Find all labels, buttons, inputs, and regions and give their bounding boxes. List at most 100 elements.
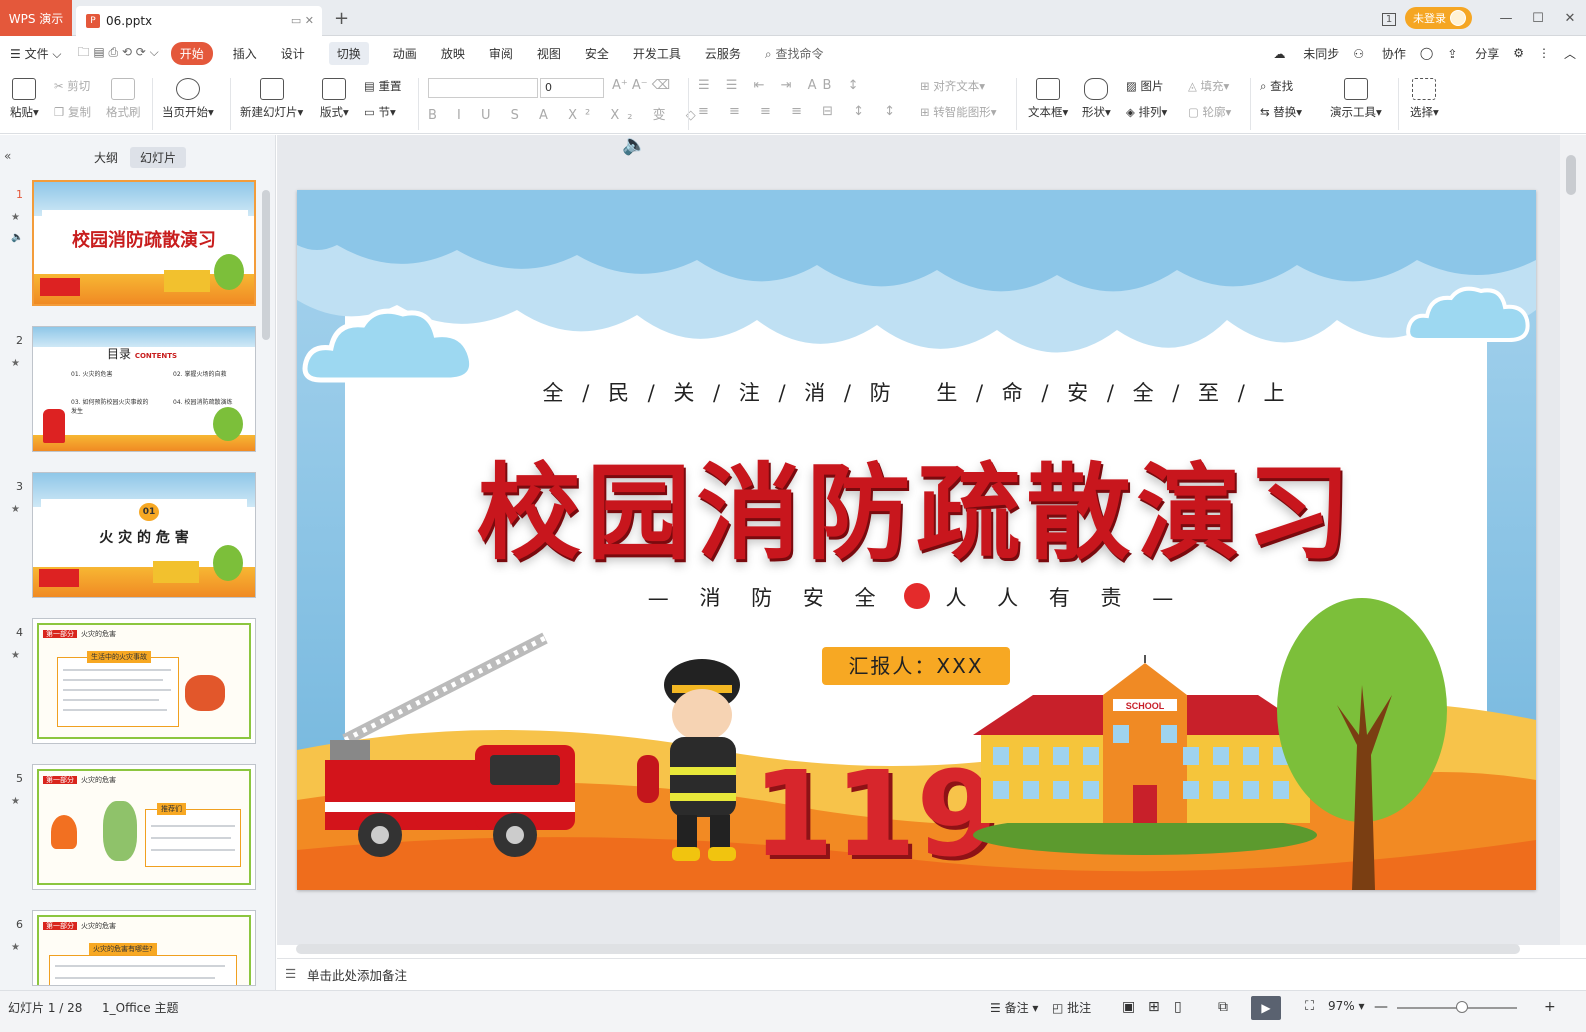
thumbnail-scrollbar[interactable]: [262, 190, 270, 340]
quick-access-icons[interactable]: 🗀 ▤ ⎙ ⟲ ⟳ ⌵: [78, 43, 159, 64]
outline-button[interactable]: ▢ 轮廓▾: [1188, 104, 1231, 120]
paragraph-align-icons[interactable]: ≡ ≡ ≡ ≡ ⊟ ↕ ↕: [698, 104, 903, 119]
list-indent-icons[interactable]: ☰ ☰ ⇤ ⇥ AB ↕: [698, 78, 864, 93]
collaborate-button[interactable]: ⚇ 协作: [1353, 45, 1406, 62]
app-tab[interactable]: WPS 演示: [0, 0, 72, 36]
reset-button[interactable]: ▤ 重置: [364, 78, 402, 94]
font-size-input[interactable]: 0: [540, 78, 604, 98]
menu-animation[interactable]: 动画: [393, 45, 417, 62]
tab-controls[interactable]: ▭ ✕: [291, 14, 314, 27]
paste-button[interactable]: 粘贴▾: [10, 78, 39, 120]
menu-slideshow[interactable]: 放映: [441, 45, 465, 62]
reading-view-icon[interactable]: ▯: [1174, 999, 1182, 1015]
play-from-current-label: 当页开始: [162, 105, 208, 119]
cut-button[interactable]: ✂ 剪切: [54, 78, 90, 94]
font-name-input[interactable]: [428, 78, 538, 98]
slide-title: 校园消防疏散演习: [476, 451, 1357, 574]
shape-button[interactable]: 形状▾: [1082, 78, 1111, 120]
speaker-icon[interactable]: 🔈: [622, 132, 662, 158]
align-text-button[interactable]: ⊞ 对齐文本▾: [920, 78, 985, 94]
menu-cloud[interactable]: 云服务: [705, 45, 741, 62]
comment-toggle-button[interactable]: ◰ 批注: [1052, 999, 1091, 1016]
present-tools-icon: [1343, 78, 1368, 100]
zoom-level[interactable]: 97% ▾: [1328, 999, 1365, 1013]
slide-thumbnail-2[interactable]: 目录 CONTENTS 01. 火灾的危害 02. 掌握火场的自救 03. 如何…: [32, 326, 256, 452]
menu-view[interactable]: 视图: [537, 45, 561, 62]
fill-button[interactable]: ◬ 填充▾: [1188, 78, 1229, 94]
cast-icon[interactable]: ⧉: [1218, 999, 1228, 1015]
vertical-scrollbar[interactable]: [1560, 135, 1586, 945]
tab-outline[interactable]: 大纲: [84, 147, 128, 168]
replace-button[interactable]: ⇆ 替换▾: [1260, 104, 1302, 120]
menu-developer[interactable]: 开发工具: [633, 45, 681, 62]
thumb-head: 火灾的危害: [81, 922, 116, 930]
menu-home[interactable]: 开始: [170, 41, 213, 65]
settings-icon[interactable]: ⚙: [1513, 46, 1524, 60]
find-button[interactable]: ⌕ 查找: [1260, 78, 1293, 94]
paste-label: 粘贴: [10, 105, 33, 119]
format-painter-label: 格式刷: [106, 105, 141, 119]
textbox-button[interactable]: 文本框▾: [1028, 78, 1068, 120]
select-button[interactable]: 选择▾: [1410, 78, 1439, 120]
normal-view-icon[interactable]: ▣: [1122, 999, 1135, 1015]
menu-security[interactable]: 安全: [585, 45, 609, 62]
picture-button[interactable]: ▨ 图片: [1126, 78, 1164, 94]
zoom-out-icon[interactable]: —: [1374, 999, 1388, 1015]
menu-file[interactable]: ☰ 文件 ⌵: [10, 45, 62, 62]
new-tab-button[interactable]: +: [334, 8, 349, 29]
login-button[interactable]: 未登录: [1405, 7, 1472, 29]
zoom-slider-handle[interactable]: [1456, 1001, 1468, 1013]
horizontal-scrollbar[interactable]: [296, 944, 1520, 954]
shape-label: 形状: [1082, 105, 1105, 119]
tab-slides[interactable]: 幻灯片: [130, 147, 187, 168]
textbox-icon: [1036, 78, 1061, 100]
notes-toggle-button[interactable]: ☰ 备注 ▾: [990, 999, 1038, 1016]
vertical-scroll-thumb[interactable]: [1566, 155, 1576, 195]
menu-transition[interactable]: 切换: [328, 41, 369, 65]
maximize-icon[interactable]: ☐: [1522, 11, 1554, 26]
menu-insert[interactable]: 插入: [233, 45, 257, 62]
slide-sorter-icon[interactable]: ⊞: [1148, 999, 1160, 1015]
smartart-button[interactable]: ⊞ 转智能图形▾: [920, 104, 997, 120]
copy-button[interactable]: ❐ 复制: [54, 104, 91, 120]
command-search[interactable]: ⌕ 查找命令: [765, 45, 824, 62]
share-button[interactable]: ⇪ 分享: [1447, 45, 1499, 62]
format-painter-button[interactable]: 格式刷: [106, 78, 141, 120]
page-badge: 1: [1381, 12, 1397, 26]
current-slide[interactable]: 119 SCHOOL 全 / 民 / 关 / 注 / 消 / 防 生 / 命 /…: [297, 190, 1536, 890]
slide-thumbnail-4[interactable]: 第一部分 火灾的危害 生活中的火灾事故: [32, 618, 256, 744]
fit-window-icon[interactable]: ⛶: [1305, 999, 1314, 1014]
sync-status[interactable]: ☁ 未同步: [1273, 45, 1339, 62]
document-tab[interactable]: P 06.pptx ▭ ✕: [76, 6, 322, 36]
firefighter-mini: [185, 675, 225, 711]
layout-button[interactable]: 版式▾: [320, 78, 349, 120]
collapse-ribbon-icon[interactable]: ︿: [1564, 45, 1576, 62]
comment-icon[interactable]: ◯: [1420, 46, 1433, 60]
arrange-button[interactable]: ◈ 排列▾: [1126, 104, 1167, 120]
more-icon[interactable]: ⋮: [1538, 46, 1550, 60]
new-slide-button[interactable]: 新建幻灯片▾: [240, 78, 303, 120]
font-grow-shrink-icons[interactable]: A⁺ A⁻ ⌫: [612, 78, 670, 93]
slide-thumbnail-1[interactable]: 校园消防疏散演习: [32, 180, 256, 306]
slide-thumbnail-6[interactable]: 第一部分 火灾的危害 火灾的危害有哪些?: [32, 910, 256, 986]
close-icon[interactable]: ✕: [1554, 11, 1586, 26]
present-tools-button[interactable]: 演示工具▾: [1330, 78, 1382, 120]
play-from-current-button[interactable]: 当页开始▾: [162, 78, 214, 120]
zoom-in-icon[interactable]: +: [1544, 999, 1556, 1015]
slideshow-play-button[interactable]: ▶: [1251, 996, 1281, 1020]
thumb-box-title: 生活中的火灾事故: [87, 651, 151, 663]
menu-review[interactable]: 审阅: [489, 45, 513, 62]
align-text-label: 对齐文本: [933, 79, 980, 93]
page-badge-icon[interactable]: 1: [1373, 11, 1405, 26]
login-label: 未登录: [1413, 12, 1446, 25]
slide-thumbnail-3[interactable]: 01 火 灾 的 危 害: [32, 472, 256, 598]
minimize-icon[interactable]: —: [1490, 11, 1522, 26]
collaborate-label: 协作: [1381, 46, 1406, 61]
text-format-icons[interactable]: B I U S A X² X₂ 变 ◇: [428, 104, 704, 123]
section-button[interactable]: ▭ 节▾: [364, 104, 396, 120]
slide-thumbnail-5[interactable]: 第一部分 火灾的危害 推荐们: [32, 764, 256, 890]
menu-design[interactable]: 设计: [281, 45, 305, 62]
notes-pane[interactable]: ☰ 单击此处添加备注: [277, 958, 1586, 988]
thumb-head: 火灾的危害: [81, 776, 116, 784]
fire-mini: [51, 815, 77, 849]
